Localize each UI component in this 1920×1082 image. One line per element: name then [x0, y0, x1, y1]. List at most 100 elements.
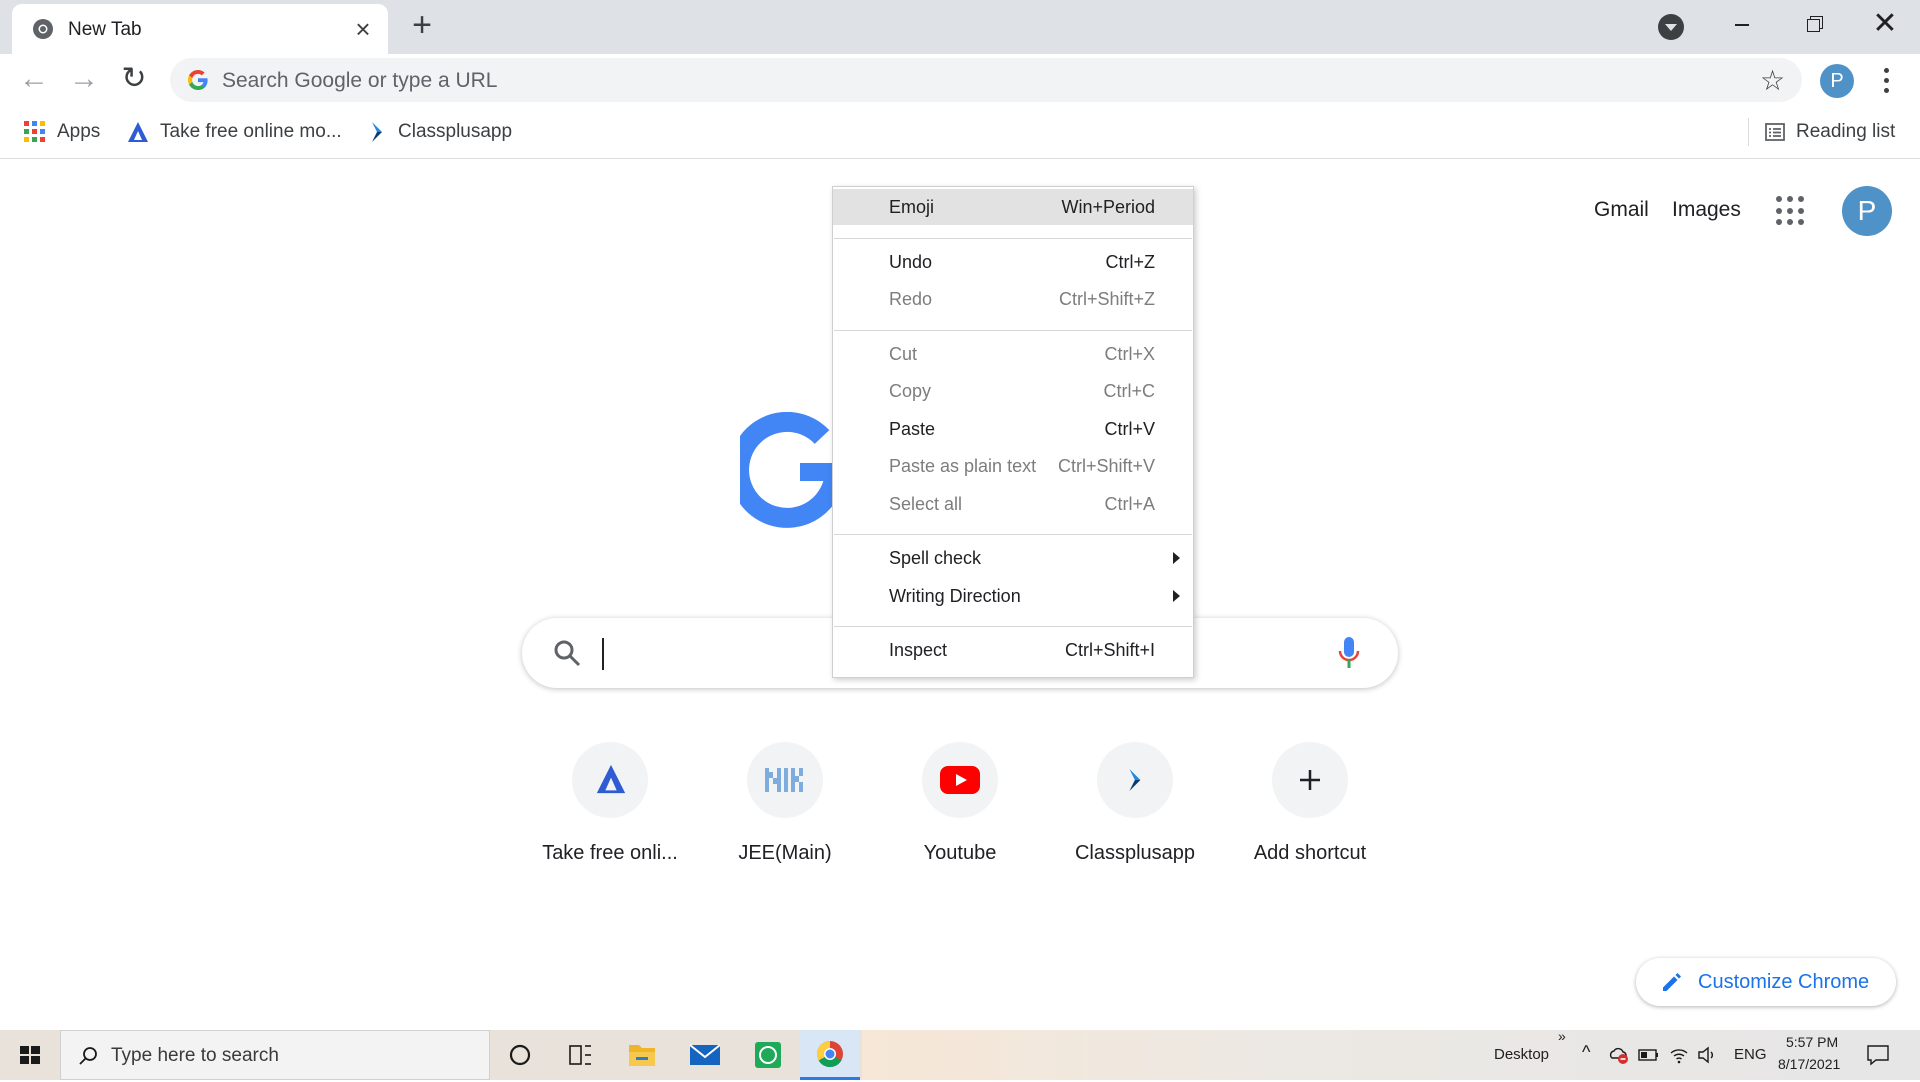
shortcut-tile[interactable]: Youtube: [880, 740, 1040, 870]
bookmark-classplusapp[interactable]: Classplusapp: [368, 118, 512, 146]
menu-item-shortcut: Ctrl+C: [1103, 381, 1155, 401]
shortcut-label: Take free onli...: [542, 842, 678, 864]
google-apps-icon[interactable]: [1776, 196, 1806, 226]
apps-grid-icon: [24, 121, 45, 143]
omnibox[interactable]: Search Google or type a URL ☆: [170, 58, 1802, 102]
menu-item-shortcut: Ctrl+X: [1104, 344, 1155, 364]
classplus-icon: [372, 121, 382, 142]
menu-item-shortcut: Ctrl+Z: [1105, 252, 1156, 272]
menu-item-emoji[interactable]: Emoji Win+Period: [833, 189, 1193, 225]
menu-item-inspect[interactable]: Inspect Ctrl+Shift+I: [833, 632, 1193, 668]
chevron-double-right-icon[interactable]: »: [1558, 1028, 1566, 1044]
notifications-icon[interactable]: [1866, 1044, 1890, 1066]
gmail-link[interactable]: Gmail: [1594, 198, 1649, 222]
close-tab-icon[interactable]: ×: [350, 16, 376, 42]
chrome-icon: [33, 19, 53, 39]
menu-item-label: Undo: [889, 252, 933, 272]
images-link[interactable]: Images: [1672, 198, 1741, 222]
classplus-icon: [1129, 769, 1141, 791]
tab-strip: New Tab × + ✕: [0, 0, 1920, 54]
menu-item-label: Redo: [889, 289, 933, 309]
bookmark-unacademy[interactable]: Take free online mo...: [126, 118, 342, 146]
windows-start-icon[interactable]: [0, 1030, 60, 1080]
nic-icon: [765, 768, 803, 792]
tab-new-tab[interactable]: New Tab ×: [12, 4, 388, 54]
minimize-button[interactable]: [1706, 0, 1776, 50]
menu-item-spell-check[interactable]: Spell check: [833, 540, 1193, 576]
unacademy-icon: [596, 764, 626, 794]
menu-item-shortcut: Win+Period: [1061, 197, 1155, 217]
toolbar: ← → ↻ Search Google or type a URL ☆ P: [0, 54, 1920, 106]
google-g-icon: [188, 70, 208, 90]
close-window-button[interactable]: ✕: [1850, 0, 1920, 50]
tab-search-icon[interactable]: [1658, 14, 1684, 40]
menu-item-label: Copy: [889, 381, 932, 401]
bookmark-label: Classplusapp: [398, 121, 513, 142]
menu-item-shortcut: Ctrl+Shift+V: [1057, 456, 1155, 476]
restore-button[interactable]: [1778, 0, 1848, 50]
reload-icon[interactable]: ↻: [116, 62, 152, 98]
reading-list-button[interactable]: Reading list: [1764, 118, 1895, 146]
desktop-toolbar-label[interactable]: Desktop: [1494, 1046, 1549, 1063]
text-caret: [602, 638, 604, 670]
back-arrow-icon[interactable]: ←: [16, 62, 52, 98]
show-hidden-icons-chevron-icon[interactable]: ^: [1582, 1042, 1590, 1063]
shortcut-tile[interactable]: Classplusapp: [1055, 740, 1215, 870]
menu-item-writing-direction[interactable]: Writing Direction: [833, 578, 1193, 614]
search-icon: [554, 640, 581, 667]
language-indicator[interactable]: ENG: [1734, 1046, 1767, 1063]
bookmarks-bar: Apps Take free online mo... Classplusapp…: [0, 106, 1920, 159]
battery-icon[interactable]: [1638, 1046, 1660, 1064]
menu-item-paste[interactable]: Paste Ctrl+V: [833, 411, 1193, 447]
more-menu-icon[interactable]: [1876, 64, 1896, 98]
unacademy-icon: [128, 121, 148, 142]
submenu-arrow-icon: [1173, 590, 1180, 602]
shortcut-icon-container: [1272, 742, 1348, 818]
profile-avatar[interactable]: P: [1820, 64, 1854, 98]
cortana-icon[interactable]: [490, 1030, 550, 1080]
customize-chrome-button[interactable]: Customize Chrome: [1636, 958, 1896, 1006]
taskbar-search-box[interactable]: Type here to search: [60, 1030, 490, 1080]
menu-item-label: Spell check: [889, 548, 982, 568]
shortcut-tile[interactable]: Take free onli...: [530, 740, 690, 870]
shortcut-tile[interactable]: JEE(Main): [705, 740, 865, 870]
clock-date[interactable]: 8/17/2021: [1778, 1056, 1840, 1072]
menu-item-label: Writing Direction: [889, 586, 1021, 606]
onedrive-error-icon[interactable]: [1608, 1044, 1630, 1066]
account-avatar[interactable]: P: [1842, 186, 1892, 236]
wifi-icon[interactable]: [1668, 1044, 1690, 1066]
clock-time[interactable]: 5:57 PM: [1786, 1034, 1838, 1050]
menu-item-copy[interactable]: Copy Ctrl+C: [833, 373, 1193, 409]
add-shortcut-tile[interactable]: Add shortcut: [1230, 740, 1390, 870]
omnibox-placeholder: Search Google or type a URL: [222, 69, 498, 92]
whatsapp-icon[interactable]: [738, 1030, 798, 1080]
new-tab-button[interactable]: +: [406, 8, 438, 42]
microphone-icon[interactable]: [1338, 635, 1360, 671]
menu-item-select-all[interactable]: Select all Ctrl+A: [833, 486, 1193, 522]
menu-divider: [834, 626, 1192, 627]
taskbar-chrome-active[interactable]: [800, 1030, 860, 1080]
menu-divider: [834, 238, 1192, 239]
shortcut-label: Youtube: [923, 842, 997, 864]
bookmark-star-icon[interactable]: ☆: [1760, 64, 1785, 97]
task-view-icon[interactable]: [550, 1030, 610, 1080]
menu-item-shortcut: Ctrl+A: [1104, 494, 1155, 514]
menu-item-undo[interactable]: Undo Ctrl+Z: [833, 244, 1193, 280]
file-explorer-icon[interactable]: [612, 1030, 672, 1080]
menu-item-redo[interactable]: Redo Ctrl+Shift+Z: [833, 281, 1193, 317]
shortcut-label: JEE(Main): [738, 842, 832, 864]
shortcut-icon-container: [747, 742, 823, 818]
taskbar-search-placeholder: Type here to search: [111, 1045, 279, 1066]
menu-item-shortcut: Ctrl+Shift+Z: [1058, 289, 1155, 309]
search-icon: [79, 1047, 97, 1065]
bookmark-label: Take free online mo...: [160, 121, 342, 142]
customize-chrome-label: Customize Chrome: [1698, 971, 1870, 993]
volume-icon[interactable]: [1696, 1044, 1718, 1066]
forward-arrow-icon[interactable]: →: [66, 62, 102, 98]
mail-icon[interactable]: [675, 1030, 735, 1080]
bookmark-apps[interactable]: Apps: [24, 118, 100, 146]
reading-list-icon: [1765, 123, 1785, 141]
menu-item-paste-plain[interactable]: Paste as plain text Ctrl+Shift+V: [833, 448, 1193, 484]
youtube-icon: [940, 766, 980, 794]
menu-item-cut[interactable]: Cut Ctrl+X: [833, 336, 1193, 372]
